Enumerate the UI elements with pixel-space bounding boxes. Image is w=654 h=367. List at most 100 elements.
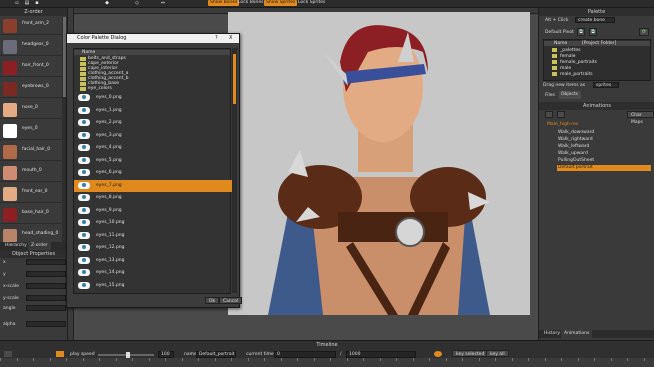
lock-sprites-button[interactable]: Lock Sprites xyxy=(296,0,327,6)
loop-icon[interactable] xyxy=(56,351,64,357)
drag-mode-select[interactable]: sprites xyxy=(593,82,619,88)
prop-angle-field[interactable] xyxy=(26,305,66,311)
image-row[interactable]: eyes_6.png xyxy=(74,167,234,179)
scroll-thumb[interactable] xyxy=(233,54,236,104)
tab-z-order[interactable]: Z-order xyxy=(28,242,51,250)
tab-objects[interactable]: Objects xyxy=(559,91,581,99)
show-bones-button[interactable]: Show Bones xyxy=(208,0,240,6)
tab-hierarchy[interactable]: Hierarchy xyxy=(2,242,30,250)
current-time-label: current time: xyxy=(246,352,276,357)
image-row[interactable]: eyes_5.png xyxy=(74,155,234,167)
z-order-item[interactable]: base_hair_0 xyxy=(0,206,68,224)
play-speed-slider[interactable] xyxy=(98,352,154,358)
z-order-item[interactable]: front_arm_2 xyxy=(0,17,68,35)
prop-angle-label: angle xyxy=(3,306,16,311)
current-time-field[interactable]: 0 xyxy=(274,351,336,358)
animation-item[interactable]: PullingOutSheet xyxy=(557,158,651,164)
key-icon[interactable] xyxy=(434,351,442,357)
image-row[interactable]: eyes_14.png xyxy=(74,267,234,279)
eye-thumbnail xyxy=(78,106,90,114)
duplicate-animation-icon[interactable] xyxy=(557,111,565,118)
prop-alpha-label: alpha xyxy=(3,322,16,327)
tree-folder-row[interactable]: male_portraits xyxy=(544,72,650,77)
cancel-button[interactable]: Cancel xyxy=(219,297,243,304)
prop-x-scale-field[interactable] xyxy=(26,283,66,289)
tree-folder-row[interactable]: male xyxy=(544,66,650,71)
image-row[interactable]: eyes_7.png xyxy=(74,179,234,192)
entity-name[interactable]: Male_high-res xyxy=(547,122,578,127)
image-row[interactable]: eyes_3.png xyxy=(74,130,234,142)
folder-row[interactable]: eye_colors xyxy=(74,86,230,91)
image-label: eyes_4.png xyxy=(96,145,122,150)
tab-animations[interactable]: Animations xyxy=(561,330,593,338)
eye-thumbnail xyxy=(78,256,90,264)
stage-viewport[interactable] xyxy=(228,12,530,315)
help-button[interactable]: ? xyxy=(215,34,218,43)
dialog-scrollbar[interactable] xyxy=(232,48,237,293)
new-file-icon[interactable]: ▫ xyxy=(14,0,20,6)
open-file-icon[interactable]: ▤ xyxy=(24,0,30,6)
z-order-item[interactable]: hair_front_0 xyxy=(0,59,68,77)
save-icon[interactable]: ▪ xyxy=(34,0,40,6)
add-animation-icon[interactable] xyxy=(545,111,553,118)
z-order-item[interactable]: front_ear_0 xyxy=(0,185,68,203)
length-field[interactable]: 1000 xyxy=(346,351,416,358)
pivot-tool-icon[interactable]: ◇ xyxy=(134,0,140,6)
prop-y-field[interactable] xyxy=(26,271,66,277)
image-row[interactable]: eyes_2.png xyxy=(74,117,234,129)
tab-history[interactable]: History xyxy=(541,330,563,338)
image-row[interactable]: eyes_15.png xyxy=(74,280,234,292)
image-row[interactable]: eyes_13.png xyxy=(74,255,234,267)
prop-alpha-slider[interactable] xyxy=(26,321,66,327)
eye-thumbnail xyxy=(78,94,90,101)
ok-button[interactable]: Ok xyxy=(205,297,220,304)
z-order-item[interactable]: headgear_0 xyxy=(0,38,68,56)
character-sprite[interactable] xyxy=(228,12,530,315)
animation-item[interactable]: Walk_downward xyxy=(557,130,651,136)
prop-y-scale-field[interactable] xyxy=(26,295,66,301)
image-row[interactable]: eyes_9.png xyxy=(74,205,234,217)
image-row[interactable]: eyes_12.png xyxy=(74,242,234,254)
folder-icon xyxy=(552,54,557,58)
refresh-icon[interactable]: ⟳ xyxy=(639,28,649,36)
z-order-thumbnail xyxy=(3,82,17,96)
image-row[interactable]: eyes_8.png xyxy=(74,192,234,204)
animation-item[interactable]: Walk_upward xyxy=(557,151,651,157)
play-icon[interactable] xyxy=(4,351,12,357)
tree-folder-row[interactable]: female xyxy=(544,54,650,59)
image-row[interactable]: eyes_11.png xyxy=(74,230,234,242)
play-speed-field[interactable]: 100 xyxy=(158,351,174,358)
tree-folder-row[interactable]: female_portraits xyxy=(544,60,650,65)
bone-tool-icon[interactable]: ◆ xyxy=(104,0,110,6)
key-selected-button[interactable]: key selected xyxy=(452,350,489,357)
image-row[interactable]: eyes_4.png xyxy=(74,142,234,154)
dialog-title: Color Palette Dialog xyxy=(77,35,127,41)
z-order-item[interactable]: eyebrows_0 xyxy=(0,80,68,98)
z-order-item[interactable]: nose_0 xyxy=(0,101,68,119)
image-row[interactable]: eyes_10.png xyxy=(74,217,234,229)
image-row[interactable]: eyes_1.png xyxy=(74,105,234,117)
flip-icon[interactable]: ⇔ xyxy=(160,0,166,6)
image-row[interactable]: eyes_0.png xyxy=(74,92,234,104)
animation-item[interactable]: Walk_leftward xyxy=(557,144,651,150)
eye-thumbnail xyxy=(78,181,90,189)
animation-name-field[interactable]: Default_portrait xyxy=(196,351,236,358)
z-order-item[interactable]: eyes_0 xyxy=(0,122,68,140)
key-all-button[interactable]: key all xyxy=(486,350,509,357)
char-maps-button[interactable]: Char Maps xyxy=(627,111,654,125)
animation-item[interactable]: Walk_rightward xyxy=(557,137,651,143)
copy-icon[interactable]: ⧉ xyxy=(589,28,597,36)
prop-x-field[interactable] xyxy=(26,259,66,265)
alt-click-select[interactable]: create bone xyxy=(575,17,615,23)
tree-folder-row[interactable]: _palettes xyxy=(544,48,650,53)
show-sprites-button[interactable]: Show Sprites xyxy=(264,0,298,6)
lock-bones-button[interactable]: Lock Bones xyxy=(236,0,266,6)
close-button[interactable]: X xyxy=(229,34,232,43)
timeline-tick xyxy=(462,358,463,361)
z-order-item[interactable]: facial_hair_0 xyxy=(0,143,68,161)
tab-files[interactable]: Files xyxy=(545,93,555,98)
animation-item[interactable]: Default portrait xyxy=(557,165,651,171)
image-label: eyes_0.png xyxy=(96,95,122,100)
new-folder-icon[interactable]: ⧉ xyxy=(577,28,585,36)
z-order-item[interactable]: mouth_0 xyxy=(0,164,68,182)
